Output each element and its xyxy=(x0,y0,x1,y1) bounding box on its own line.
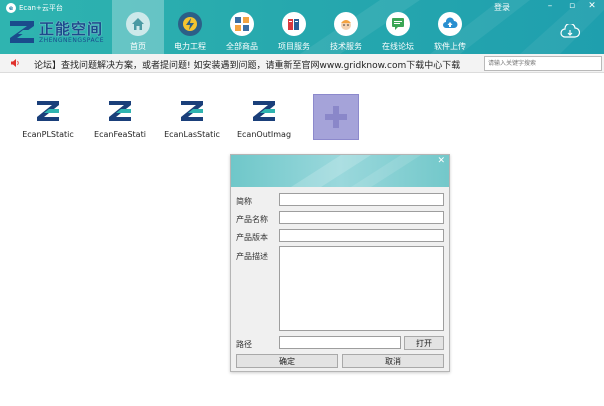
nav-item-software-upload[interactable]: 软件上传 xyxy=(424,0,476,54)
app-ecanfeastati[interactable]: EcanFeaStati xyxy=(87,100,153,139)
app-ecanoutimag[interactable]: EcanOutImag xyxy=(231,100,297,139)
app-ecanlasstatic[interactable]: EcanLasStatic xyxy=(159,100,225,139)
zn-app-icon xyxy=(109,101,131,121)
nav-item-power[interactable]: 电力工程 xyxy=(164,0,216,54)
path-label: 路径 xyxy=(236,340,252,349)
app-label: EcanOutImag xyxy=(236,130,292,139)
add-app-button[interactable] xyxy=(313,94,359,140)
short-name-field[interactable] xyxy=(279,193,444,206)
dialog-header: ✕ xyxy=(231,155,449,187)
nav-label: 技术服务 xyxy=(330,42,362,51)
short-name-label: 简称 xyxy=(236,197,252,206)
login-link[interactable]: 登录 xyxy=(494,2,510,13)
app-label: EcanLasStatic xyxy=(164,130,220,139)
nav-item-tech-service[interactable]: 技术服务 xyxy=(320,0,372,54)
brand-name-cn: 正能空间 xyxy=(39,19,104,38)
dialog-close-button[interactable]: ✕ xyxy=(437,156,445,166)
home-icon xyxy=(126,12,150,36)
app-label: EcanPLStatic xyxy=(22,130,74,139)
minimize-button[interactable]: – xyxy=(544,1,556,11)
path-field[interactable] xyxy=(279,336,401,349)
zn-app-icon xyxy=(37,101,59,121)
nav-label: 电力工程 xyxy=(174,42,206,51)
plus-icon xyxy=(325,106,347,128)
window-title: e Ecan+云平台 xyxy=(6,2,63,14)
brand-name-en: ZHENGNENGSPACE xyxy=(39,36,104,44)
notice-text: 论坛】查找问题解决方案，或者提问题! 如安装遇到问题，请重新至官网www.gri… xyxy=(34,61,461,71)
nav-label: 全部商品 xyxy=(226,42,258,51)
books-icon xyxy=(282,12,306,36)
ok-button[interactable]: 确定 xyxy=(236,354,338,368)
nav-label: 项目服务 xyxy=(278,42,310,51)
grid-icon xyxy=(230,12,254,36)
product-version-label: 产品版本 xyxy=(236,233,268,242)
notice-bar: 论坛】查找问题解决方案，或者提问题! 如安装遇到问题，请重新至官网www.gri… xyxy=(0,54,604,73)
restore-button[interactable]: ▫ xyxy=(566,1,578,11)
app-logo-icon: e xyxy=(6,3,16,13)
app-ecanplstatic[interactable]: EcanPLStatic xyxy=(15,100,81,139)
zn-app-icon xyxy=(253,101,275,121)
nav-label: 软件上传 xyxy=(434,42,466,51)
cancel-button[interactable]: 取消 xyxy=(342,354,444,368)
app-label: EcanFeaStati xyxy=(94,130,146,139)
product-version-field[interactable] xyxy=(279,229,444,242)
power-icon xyxy=(178,12,202,36)
nav-item-home[interactable]: 首页 xyxy=(112,0,164,54)
main-nav: 首页 电力工程 全部商品 项目服务 技术服务 在线论坛 软件上传 xyxy=(112,0,476,54)
speaker-icon xyxy=(11,59,19,67)
open-button[interactable]: 打开 xyxy=(404,336,444,350)
window-title-text: Ecan+云平台 xyxy=(19,4,63,12)
nav-item-project-service[interactable]: 项目服务 xyxy=(268,0,320,54)
product-name-label: 产品名称 xyxy=(236,215,268,224)
nav-label: 在线论坛 xyxy=(382,42,414,51)
close-button[interactable]: ✕ xyxy=(586,1,598,11)
cloud-sync-icon[interactable] xyxy=(560,24,580,40)
brand-logo: 正能空间 ZHENGNENGSPACE xyxy=(8,16,108,48)
forum-icon xyxy=(386,12,410,36)
engineer-icon xyxy=(334,12,358,36)
zn-app-icon xyxy=(181,101,203,121)
app-header: e Ecan+云平台 正能空间 ZHENGNENGSPACE 首页 电力工程 全… xyxy=(0,0,604,54)
product-name-field[interactable] xyxy=(279,211,444,224)
dialog-header-decoration xyxy=(291,155,421,187)
nav-item-all-products[interactable]: 全部商品 xyxy=(216,0,268,54)
product-desc-label: 产品描述 xyxy=(236,252,268,261)
product-desc-field[interactable] xyxy=(279,246,444,331)
nav-label: 首页 xyxy=(130,42,146,51)
search-input[interactable] xyxy=(484,56,602,71)
brand-mark-icon xyxy=(10,21,34,43)
add-product-dialog: ✕ 简称 产品名称 产品版本 产品描述 路径 打开 确定 取消 xyxy=(230,154,450,372)
nav-item-forum[interactable]: 在线论坛 xyxy=(372,0,424,54)
upload-icon xyxy=(438,12,462,36)
